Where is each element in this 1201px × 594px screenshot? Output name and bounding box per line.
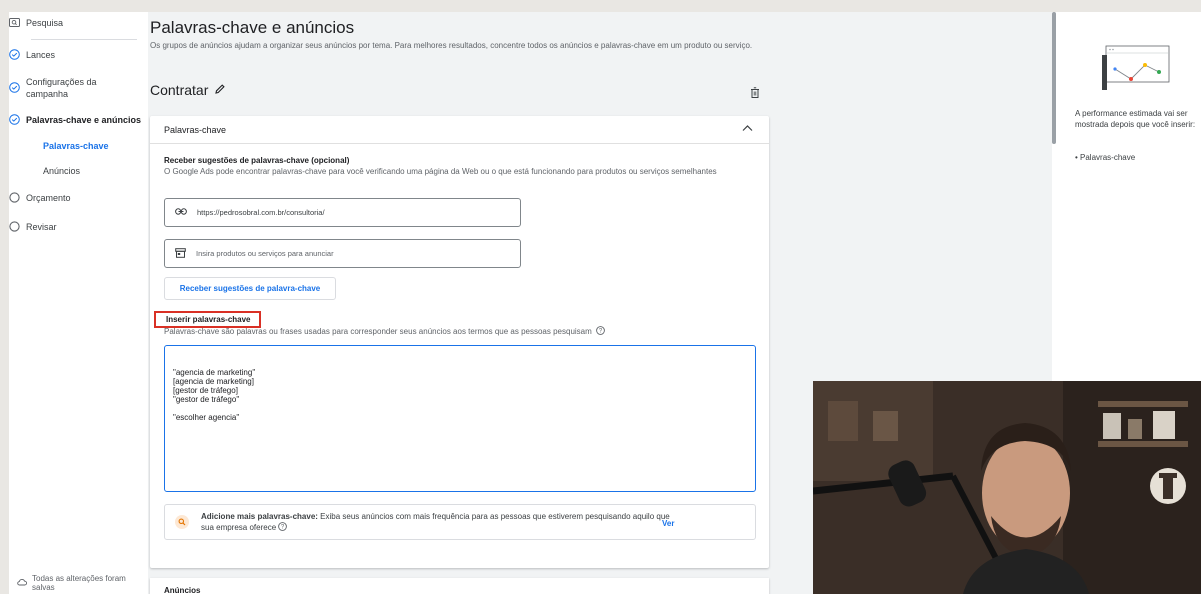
keywords-textarea[interactable]: "agencia de marketing" [agencia de marke… [164, 345, 756, 492]
cloud-check-icon [17, 578, 28, 588]
store-icon [175, 247, 186, 260]
card-header-label: Palavras-chave [164, 124, 227, 135]
tip-bold: Adicione mais palavras-chave: [201, 511, 318, 521]
performance-list-item: • Palavras-chave [1075, 153, 1136, 162]
check-circle-icon [9, 82, 20, 93]
performance-chart-illustration [1101, 45, 1171, 96]
label-line-1: Configurações da [26, 77, 97, 87]
sidebar-item-label: Revisar [26, 221, 57, 232]
empty-circle-icon [9, 221, 20, 232]
sidebar-item-pesquisa[interactable]: Pesquisa [9, 17, 63, 28]
insert-keywords-description: Palavras-chave são palavras ou frases us… [164, 326, 605, 337]
sidebar-subitem-palavras-chave[interactable]: Palavras-chave [43, 141, 109, 151]
sidebar-item-lances[interactable]: Lances [9, 49, 55, 60]
ad-group-title: Contratar [150, 82, 226, 98]
products-field[interactable]: Insira produtos ou serviços para anuncia… [164, 239, 521, 268]
sidebar-item-label: Configurações da campanha [26, 76, 97, 100]
trash-icon[interactable] [750, 85, 760, 103]
sidebar-item-palavras-chave-anuncios[interactable]: Palavras-chave e anúncios [9, 114, 141, 125]
more-keywords-tip: Adicione mais palavras-chave: Exiba seus… [164, 504, 756, 540]
sidebar-item-label: Palavras-chave e anúncios [26, 114, 142, 125]
help-icon[interactable]: ? [278, 521, 288, 534]
tip-link[interactable]: Ver [662, 518, 674, 529]
label-line-2: campanha [26, 89, 69, 99]
search-box-icon [9, 17, 20, 28]
help-icon[interactable]: ? [595, 326, 605, 337]
url-field[interactable]: https://pedrosobral.com.br/consultoria/ [164, 198, 521, 227]
sidebar-subitem-anuncios[interactable]: Anúncios [43, 166, 80, 176]
ads-card-header: Anúncios [164, 586, 201, 594]
check-circle-icon [9, 49, 20, 60]
page-title: Palavras-chave e anúncios [150, 18, 355, 37]
suggestions-description: O Google Ads pode encontrar palavras-cha… [164, 167, 717, 176]
sidebar-divider [31, 39, 137, 40]
sidebar-item-label: Pesquisa [26, 17, 64, 28]
keywords-card: Palavras-chave Receber sugestões de pala… [150, 116, 769, 568]
search-icon [175, 515, 189, 529]
sidebar-item-label: Orçamento [26, 192, 71, 203]
products-field-placeholder: Insira produtos ou serviços para anuncia… [196, 249, 334, 258]
sidebar-item-revisar[interactable]: Revisar [9, 221, 57, 232]
webcam-overlay [813, 381, 1201, 594]
keywords-card-header[interactable]: Palavras-chave [150, 116, 769, 144]
pencil-icon[interactable] [214, 82, 226, 98]
performance-text: A performance estimada vai ser mostrada … [1075, 109, 1196, 129]
saved-status-text: Todas as alterações foram salvas [32, 574, 126, 592]
get-suggestions-button[interactable]: Receber sugestões de palavra-chave [164, 277, 336, 300]
sidebar: Pesquisa Lances Configurações da campanha… [9, 12, 148, 594]
sidebar-item-configuracoes[interactable]: Configurações da campanha [9, 76, 97, 100]
tip-text: Adicione mais palavras-chave: Exiba seus… [201, 511, 671, 534]
page-description: Os grupos de anúncios ajudam a organizar… [150, 41, 753, 50]
url-field-value: https://pedrosobral.com.br/consultoria/ [197, 208, 325, 217]
check-circle-icon [9, 114, 20, 125]
webcam-video-image [813, 381, 1201, 594]
sidebar-item-label: Lances [26, 49, 56, 60]
ads-card[interactable]: Anúncios [150, 578, 769, 594]
chevron-up-icon[interactable] [742, 124, 753, 134]
ad-group-name: Contratar [150, 82, 209, 98]
sidebar-item-orcamento[interactable]: Orçamento [9, 192, 71, 203]
insert-desc-text: Palavras-chave são palavras ou frases us… [164, 327, 592, 336]
saved-status: Todas as alterações foram salvas [17, 574, 148, 592]
link-icon [175, 208, 187, 217]
suggestions-title: Receber sugestões de palavras-chave (opc… [164, 156, 350, 165]
empty-circle-icon [9, 192, 20, 203]
